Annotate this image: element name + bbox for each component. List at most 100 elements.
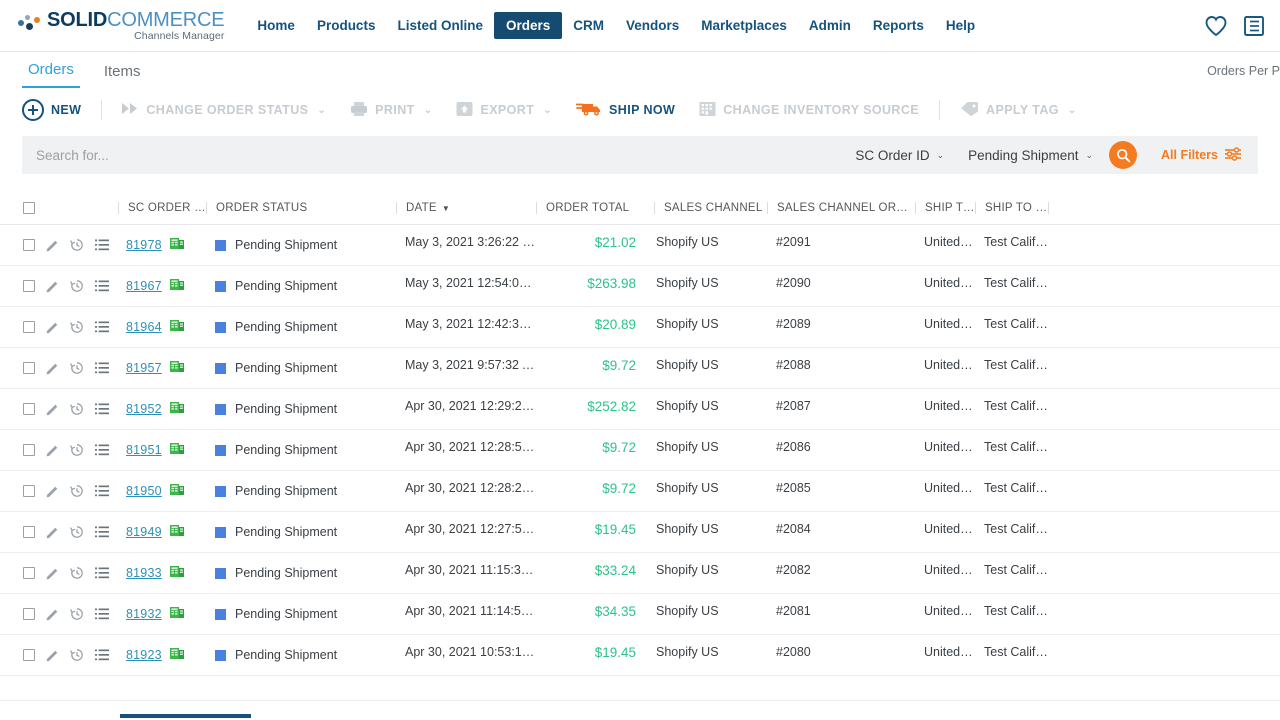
- order-id-link[interactable]: 81933: [126, 566, 162, 580]
- row-checkbox[interactable]: [23, 649, 35, 662]
- nav-item-help[interactable]: Help: [935, 12, 986, 39]
- search-input[interactable]: [36, 136, 844, 174]
- spreadsheet-icon[interactable]: [169, 442, 184, 458]
- history-clock-icon[interactable]: [70, 238, 84, 252]
- details-list-icon[interactable]: [95, 567, 109, 579]
- spreadsheet-icon[interactable]: [169, 278, 184, 294]
- edit-pencil-icon[interactable]: [46, 321, 59, 334]
- edit-pencil-icon[interactable]: [46, 239, 59, 252]
- details-list-icon[interactable]: [95, 444, 109, 456]
- details-list-icon[interactable]: [95, 280, 109, 292]
- spreadsheet-icon[interactable]: [169, 647, 184, 663]
- nav-item-orders[interactable]: Orders: [493, 12, 563, 39]
- history-clock-icon[interactable]: [70, 279, 84, 293]
- spreadsheet-icon[interactable]: [169, 565, 184, 581]
- header-sc-order-id[interactable]: SC ORDER ID ...: [118, 196, 206, 226]
- spreadsheet-icon[interactable]: [169, 319, 184, 335]
- nav-item-reports[interactable]: Reports: [862, 12, 935, 39]
- brand-logo[interactable]: SOLIDCOMMERCE Channels Manager: [18, 10, 225, 42]
- order-id-link[interactable]: 81923: [126, 648, 162, 662]
- details-list-icon[interactable]: [95, 485, 109, 497]
- history-clock-icon[interactable]: [70, 566, 84, 580]
- order-id-link[interactable]: 81951: [126, 443, 162, 457]
- row-checkbox[interactable]: [23, 362, 35, 375]
- row-checkbox[interactable]: [23, 608, 35, 621]
- row-checkbox[interactable]: [23, 526, 35, 539]
- order-id-link[interactable]: 81952: [126, 402, 162, 416]
- all-filters-button[interactable]: All Filters: [1141, 146, 1250, 164]
- order-id-link[interactable]: 81949: [126, 525, 162, 539]
- row-checkbox[interactable]: [23, 485, 35, 498]
- nav-item-vendors[interactable]: Vendors: [615, 12, 690, 39]
- spreadsheet-icon[interactable]: [169, 237, 184, 253]
- print-button[interactable]: PRINT ⌄: [338, 93, 444, 127]
- row-checkbox[interactable]: [23, 444, 35, 457]
- apply-tag-button[interactable]: APPLY TAG ⌄: [948, 93, 1089, 127]
- table-row[interactable]: 81967 Pending Shipment May 3, 2021 12:54:0…: [0, 265, 1280, 308]
- header-sales-channel[interactable]: SALES CHANNEL: [654, 196, 767, 226]
- table-row[interactable]: 81951 Pending Shipment Apr 30, 2021 12:28:…: [0, 429, 1280, 472]
- history-clock-icon[interactable]: [70, 484, 84, 498]
- header-order-total[interactable]: ORDER TOTAL: [536, 196, 654, 226]
- edit-pencil-icon[interactable]: [46, 608, 59, 621]
- search-field-selector[interactable]: SC Order ID ⌄: [843, 148, 956, 163]
- table-row[interactable]: 81957 Pending Shipment May 3, 2021 9:57:32…: [0, 347, 1280, 390]
- details-list-icon[interactable]: [95, 403, 109, 415]
- order-id-link[interactable]: 81967: [126, 279, 162, 293]
- ship-now-button[interactable]: SHIP NOW: [564, 93, 687, 127]
- table-row[interactable]: 81923 Pending Shipment Apr 30, 2021 10:53:…: [0, 634, 1280, 677]
- row-checkbox[interactable]: [23, 321, 35, 334]
- history-clock-icon[interactable]: [70, 361, 84, 375]
- header-order-status[interactable]: ORDER STATUS: [206, 196, 396, 226]
- search-submit-button[interactable]: [1109, 141, 1138, 169]
- history-clock-icon[interactable]: [70, 402, 84, 416]
- nav-item-admin[interactable]: Admin: [798, 12, 862, 39]
- spreadsheet-icon[interactable]: [169, 401, 184, 417]
- header-ship-to-name[interactable]: SHIP TO NAM...: [975, 196, 1048, 226]
- details-list-icon[interactable]: [95, 608, 109, 620]
- spreadsheet-icon[interactable]: [169, 606, 184, 622]
- table-row[interactable]: 81950 Pending Shipment Apr 30, 2021 12:28:…: [0, 470, 1280, 513]
- edit-pencil-icon[interactable]: [46, 526, 59, 539]
- orders-per-page-label[interactable]: Orders Per P: [1207, 64, 1280, 78]
- chevron-down-icon[interactable]: ⌄: [543, 105, 552, 116]
- order-status-filter-selector[interactable]: Pending Shipment ⌄: [956, 148, 1105, 163]
- nav-item-crm[interactable]: CRM: [562, 12, 615, 39]
- history-clock-icon[interactable]: [70, 648, 84, 662]
- order-id-link[interactable]: 81957: [126, 361, 162, 375]
- edit-pencil-icon[interactable]: [46, 444, 59, 457]
- export-button[interactable]: EXPORT ⌄: [444, 93, 564, 127]
- row-checkbox[interactable]: [23, 239, 35, 252]
- spreadsheet-icon[interactable]: [169, 360, 184, 376]
- change-order-status-button[interactable]: CHANGE ORDER STATUS ⌄: [110, 93, 338, 127]
- table-row[interactable]: 81964 Pending Shipment May 3, 2021 12:42:3…: [0, 306, 1280, 349]
- edit-pencil-icon[interactable]: [46, 403, 59, 416]
- header-date[interactable]: DATE ▼: [396, 196, 536, 226]
- change-inventory-source-button[interactable]: CHANGE INVENTORY SOURCE: [687, 93, 931, 127]
- order-id-link[interactable]: 81978: [126, 238, 162, 252]
- select-all-checkbox[interactable]: [23, 202, 35, 214]
- new-button[interactable]: NEW: [22, 93, 93, 127]
- edit-pencil-icon[interactable]: [46, 485, 59, 498]
- order-id-link[interactable]: 81964: [126, 320, 162, 334]
- table-row[interactable]: 81949 Pending Shipment Apr 30, 2021 12:27:…: [0, 511, 1280, 554]
- table-row[interactable]: 81978 Pending Shipment May 3, 2021 3:26:22…: [0, 224, 1280, 267]
- list-panel-icon[interactable]: [1244, 15, 1264, 37]
- chevron-down-icon[interactable]: ⌄: [317, 105, 326, 116]
- details-list-icon[interactable]: [95, 526, 109, 538]
- order-id-link[interactable]: 81950: [126, 484, 162, 498]
- details-list-icon[interactable]: [95, 239, 109, 251]
- tab-orders[interactable]: Orders: [22, 61, 80, 88]
- history-clock-icon[interactable]: [70, 607, 84, 621]
- heart-icon[interactable]: [1204, 15, 1228, 37]
- nav-item-listed-online[interactable]: Listed Online: [386, 12, 494, 39]
- details-list-icon[interactable]: [95, 649, 109, 661]
- edit-pencil-icon[interactable]: [46, 649, 59, 662]
- history-clock-icon[interactable]: [70, 443, 84, 457]
- edit-pencil-icon[interactable]: [46, 280, 59, 293]
- table-row[interactable]: 81932 Pending Shipment Apr 30, 2021 11:14:…: [0, 593, 1280, 636]
- order-id-link[interactable]: 81932: [126, 607, 162, 621]
- edit-pencil-icon[interactable]: [46, 567, 59, 580]
- spreadsheet-icon[interactable]: [169, 483, 184, 499]
- chevron-down-icon[interactable]: ⌄: [1068, 105, 1077, 116]
